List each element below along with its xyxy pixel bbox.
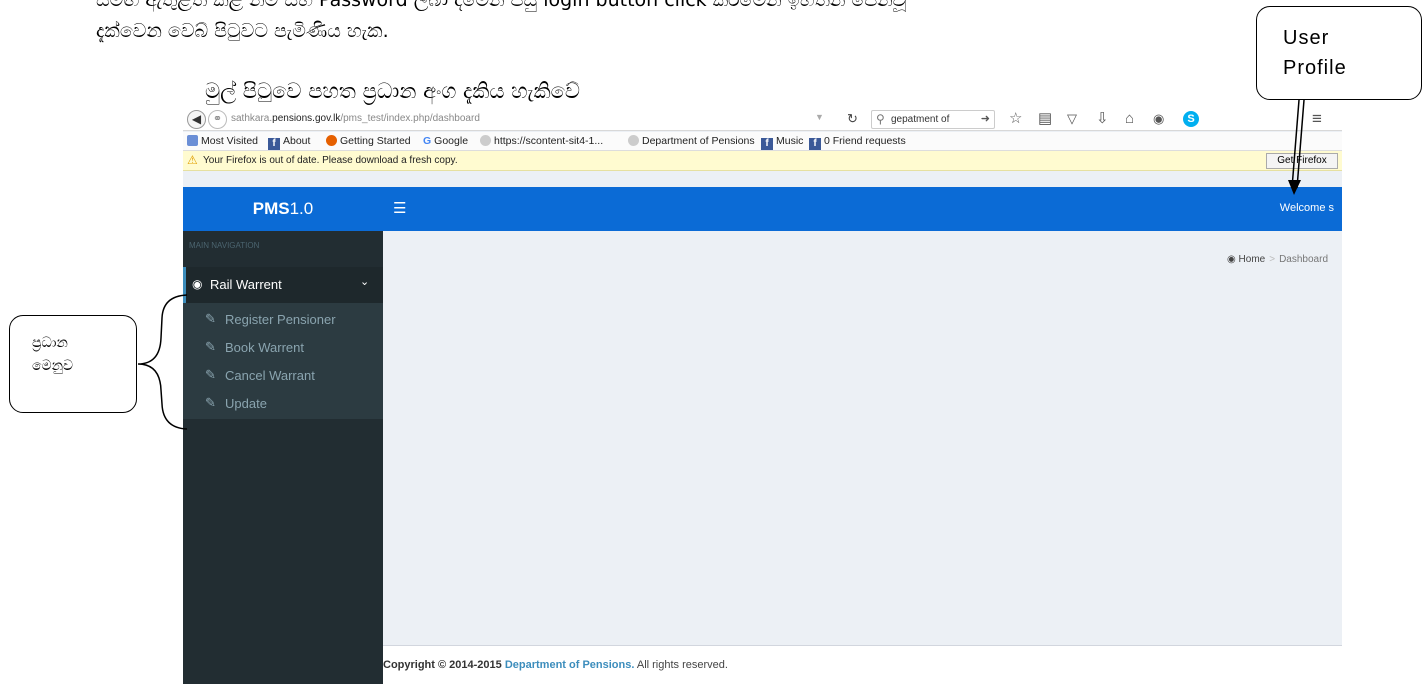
update-notification-bar: ⚠ Your Firefox is out of date. Please do… [183, 151, 1342, 171]
search-icon: ⚲ [876, 112, 885, 126]
submenu-label: Book Warrent [225, 340, 304, 355]
main-menu-brace [137, 294, 188, 430]
breadcrumb-separator: > [1269, 254, 1276, 265]
globe-icon [628, 135, 639, 146]
bookmark-google[interactable]: G Google [423, 135, 468, 147]
bookmarks-bar: Most Visited f About Getting Started G Goo… [183, 132, 1342, 151]
breadcrumb: ◉ Home > Dashboard [1227, 254, 1328, 265]
browser-toolbar: ◀ ⚭ sathkara.pensions.gov.lk/pms_test/in… [183, 109, 1342, 131]
document-page: සමඟ ඇතුළත් කළ නම සහ Password ලබා දීමෙන් … [0, 0, 1424, 684]
bookmark-label: About [283, 135, 311, 147]
url-path: /pms_test/index.php/dashboard [340, 113, 480, 124]
get-firefox-button[interactable]: Get Firefox [1266, 153, 1338, 169]
submenu-label: Cancel Warrant [225, 368, 315, 383]
bookmark-label: Department of Pensions [642, 135, 755, 147]
search-go-icon[interactable]: ➜ [981, 112, 990, 125]
sidebar: MAIN NAVIGATION ◉ Rail Warrent ⌄ ✎ Regist… [183, 231, 383, 684]
facebook-icon: f [268, 138, 280, 150]
logo-version: 1.0 [289, 199, 314, 218]
dashboard-icon: ◉ [192, 277, 203, 291]
search-box[interactable]: ⚲ gepatment of ➜ [871, 110, 995, 129]
submenu-item-cancel-warrant[interactable]: ✎ Cancel Warrant [205, 363, 383, 391]
sidebar-item-rail-warrent[interactable]: ◉ Rail Warrent ⌄ [183, 267, 383, 303]
breadcrumb-home[interactable]: Home [1239, 254, 1266, 265]
bookmark-star-icon[interactable]: ☆ [1009, 110, 1022, 128]
nav-header: MAIN NAVIGATION [189, 241, 260, 250]
most-visited-icon [187, 135, 198, 146]
url-dropdown-icon[interactable]: ▼ [815, 112, 824, 122]
submenu-label: Update [225, 396, 267, 411]
pencil-icon: ✎ [205, 395, 216, 410]
logo-name: PMS [252, 199, 290, 218]
bookmark-department-of-pensions[interactable]: Department of Pensions [628, 135, 755, 147]
firefox-icon [326, 135, 337, 146]
footer-rights-text: All rights reserved. [636, 659, 728, 671]
app-logo[interactable]: PMS1.0 [183, 187, 383, 231]
home-icon[interactable]: ⌂ [1125, 110, 1134, 128]
copyright-text: Copyright © 2014-2015 [383, 659, 502, 671]
document-text-line: සමඟ ඇතුළත් කළ නම සහ Password ලබා දීමෙන් … [96, 0, 907, 11]
warning-icon: ⚠ [187, 153, 198, 167]
user-profile-callout: User Profile [1256, 6, 1422, 100]
hamburger-menu-icon[interactable]: ≡ [1312, 110, 1322, 128]
bookmark-label: Google [434, 135, 469, 147]
globe-icon: ⚭ [208, 110, 227, 129]
main-menu-callout: ප්‍රධාන මෙනුව [9, 315, 137, 413]
pocket-icon[interactable]: ▽ [1067, 110, 1077, 128]
submenu-item-register-pensioner[interactable]: ✎ Register Pensioner [205, 307, 383, 335]
bookmark-music[interactable]: f Music [761, 135, 803, 150]
google-icon: G [423, 135, 432, 147]
chevron-down-icon: ⌄ [360, 276, 370, 288]
facebook-icon: f [809, 138, 821, 150]
bookmark-label: Most Visited [201, 135, 258, 147]
bookmark-label: 0 Friend requests [824, 135, 906, 147]
sidebar-submenu: ✎ Register Pensioner ✎ Book Warrent ✎ Cance… [183, 303, 383, 419]
globe-icon [480, 135, 491, 146]
pencil-icon: ✎ [205, 367, 216, 382]
download-icon[interactable]: ⇩ [1096, 110, 1109, 128]
chat-icon[interactable]: ◉ [1153, 110, 1164, 128]
sidebar-item-label: Rail Warrent [210, 277, 282, 292]
user-welcome-menu[interactable]: Welcome s [1280, 202, 1334, 214]
bookmark-label: Getting Started [340, 135, 411, 147]
search-input[interactable]: gepatment of [891, 114, 949, 125]
document-heading: මුල් පිටුවෙ පහත ප්‍රධාන අංග දැකිය හැකිවේ [205, 79, 581, 103]
submenu-label: Register Pensioner [225, 312, 336, 327]
pencil-icon: ✎ [205, 311, 216, 326]
app-header: PMS1.0 ☰ Welcome s [183, 187, 1342, 231]
browser-screenshot: ◀ ⚭ sathkara.pensions.gov.lk/pms_test/in… [183, 109, 1342, 684]
bookmark-label: https://scontent-sit4-1... [494, 135, 604, 147]
bookmark-label: Music [776, 135, 804, 147]
url-prefix: sathkara. [231, 113, 273, 124]
submenu-item-book-warrent[interactable]: ✎ Book Warrent [205, 335, 383, 363]
footer-text: Copyright © 2014-2015 Department of Pens… [383, 659, 728, 671]
update-notice-text: Your Firefox is out of date. Please down… [203, 155, 458, 166]
reading-list-icon[interactable]: ▤ [1038, 110, 1052, 128]
document-text-line: දැක්වෙන වෙබ් පිටුවට පැමිණිය හැක. [96, 20, 389, 42]
page-footer: Copyright © 2014-2015 Department of Pens… [383, 645, 1342, 684]
bookmark-friend-requests[interactable]: f0 Friend requests [809, 135, 906, 150]
bookmark-scontent[interactable]: https://scontent-sit4-1... [480, 135, 603, 147]
bookmark-most-visited[interactable]: Most Visited [187, 135, 258, 147]
pencil-icon: ✎ [205, 339, 216, 354]
sidebar-toggle-icon[interactable]: ☰ [393, 199, 406, 217]
submenu-item-update[interactable]: ✎ Update [205, 391, 383, 419]
bookmark-about[interactable]: f About [268, 135, 310, 150]
skype-icon[interactable]: S [1183, 111, 1199, 127]
address-bar[interactable]: sathkara.pensions.gov.lk/pms_test/index.… [231, 113, 480, 124]
footer-org-link[interactable]: Department of Pensions. [505, 659, 635, 671]
dashboard-icon: ◉ [1227, 254, 1236, 265]
back-arrow-icon[interactable]: ◀ [187, 110, 206, 129]
reload-icon[interactable]: ↻ [847, 111, 858, 127]
breadcrumb-current: Dashboard [1279, 254, 1328, 265]
url-domain: pensions.gov.lk [272, 113, 341, 124]
bookmark-getting-started[interactable]: Getting Started [326, 135, 411, 147]
facebook-icon: f [761, 138, 773, 150]
